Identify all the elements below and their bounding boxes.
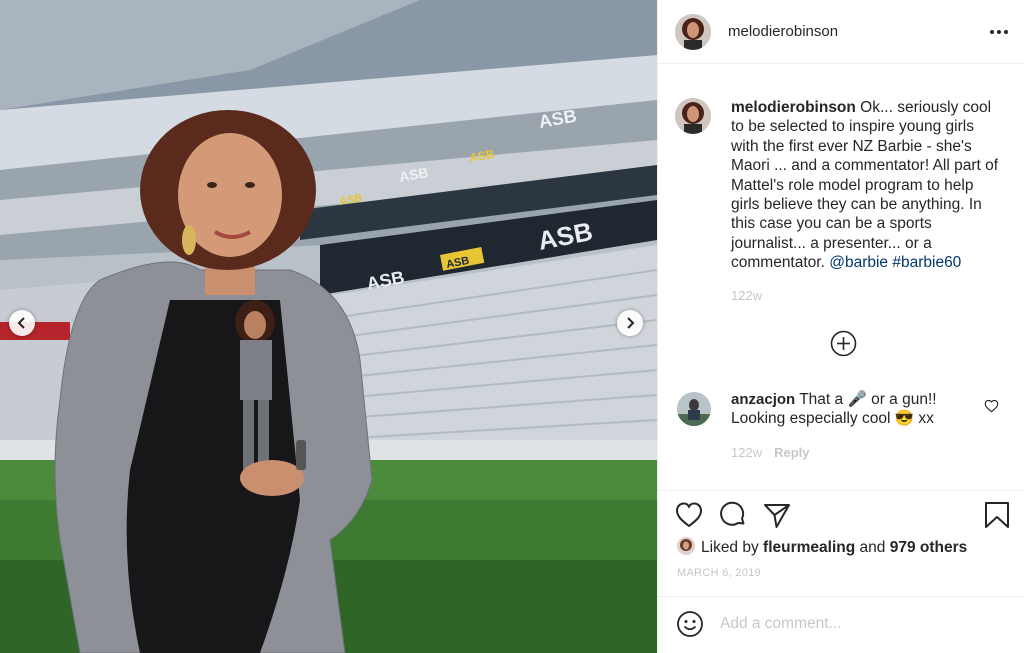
caption-text: melodierobinson Ok... seriously cool to … <box>731 98 1003 273</box>
avatar[interactable] <box>675 14 711 50</box>
post-header: melodierobinson <box>658 0 1024 64</box>
add-comment-bar <box>658 596 1024 653</box>
bookmark-icon[interactable] <box>982 500 1012 530</box>
more-options-icon[interactable] <box>988 24 1010 40</box>
header-username[interactable]: melodierobinson <box>728 23 838 40</box>
likes-middle: and <box>855 539 890 556</box>
heart-icon[interactable] <box>674 500 704 530</box>
chevron-right-icon <box>627 317 635 329</box>
reply-button[interactable]: Reply <box>774 445 809 460</box>
post-photo: ASB ASB ASB ASB ASB ASB ASB <box>0 0 657 653</box>
action-bar <box>658 490 1024 540</box>
comment-username[interactable]: anzacjon <box>731 391 795 408</box>
hashtag-link[interactable]: #barbie60 <box>892 254 961 271</box>
post-date[interactable]: MARCH 6, 2019 <box>677 567 761 579</box>
post-detail-panel: melodierobinson melodierobinson Ok... se… <box>657 0 1024 653</box>
caption-username[interactable]: melodierobinson <box>731 99 856 116</box>
avatar[interactable] <box>677 392 711 426</box>
likes-others-link[interactable]: 979 others <box>890 539 968 556</box>
mention-link[interactable]: @barbie <box>829 254 888 271</box>
comment-text: anzacjon That a 🎤 or a gun!! Looking esp… <box>731 390 981 429</box>
comment-timestamp[interactable]: 122w <box>731 445 762 460</box>
liker-photo <box>677 537 695 555</box>
carousel-prev-button[interactable] <box>9 310 35 336</box>
caption-timestamp[interactable]: 122w <box>731 288 762 303</box>
avatar[interactable] <box>677 537 695 555</box>
comment-input[interactable] <box>720 611 1000 637</box>
smiley-icon[interactable] <box>676 610 704 638</box>
likes-summary: Liked by fleurmealing and 979 others <box>677 537 967 557</box>
paper-plane-icon[interactable] <box>762 500 792 530</box>
likes-prefix: Liked by <box>701 539 764 556</box>
profile-photo <box>675 98 711 134</box>
avatar[interactable] <box>675 98 711 134</box>
comment-bubble-icon[interactable] <box>718 500 748 530</box>
profile-photo <box>675 14 711 50</box>
stadium-photo: ASB ASB ASB ASB ASB ASB ASB <box>0 0 657 653</box>
plus-circle-icon[interactable] <box>830 330 857 357</box>
chevron-left-icon <box>17 317 25 329</box>
comment-meta: 122w Reply <box>731 445 821 460</box>
heart-icon[interactable] <box>984 399 999 413</box>
carousel-next-button[interactable] <box>617 310 643 336</box>
caption-body: Ok... seriously cool to be selected to i… <box>731 99 999 272</box>
commenter-photo <box>677 392 711 426</box>
liker-username[interactable]: fleurmealing <box>763 539 855 556</box>
